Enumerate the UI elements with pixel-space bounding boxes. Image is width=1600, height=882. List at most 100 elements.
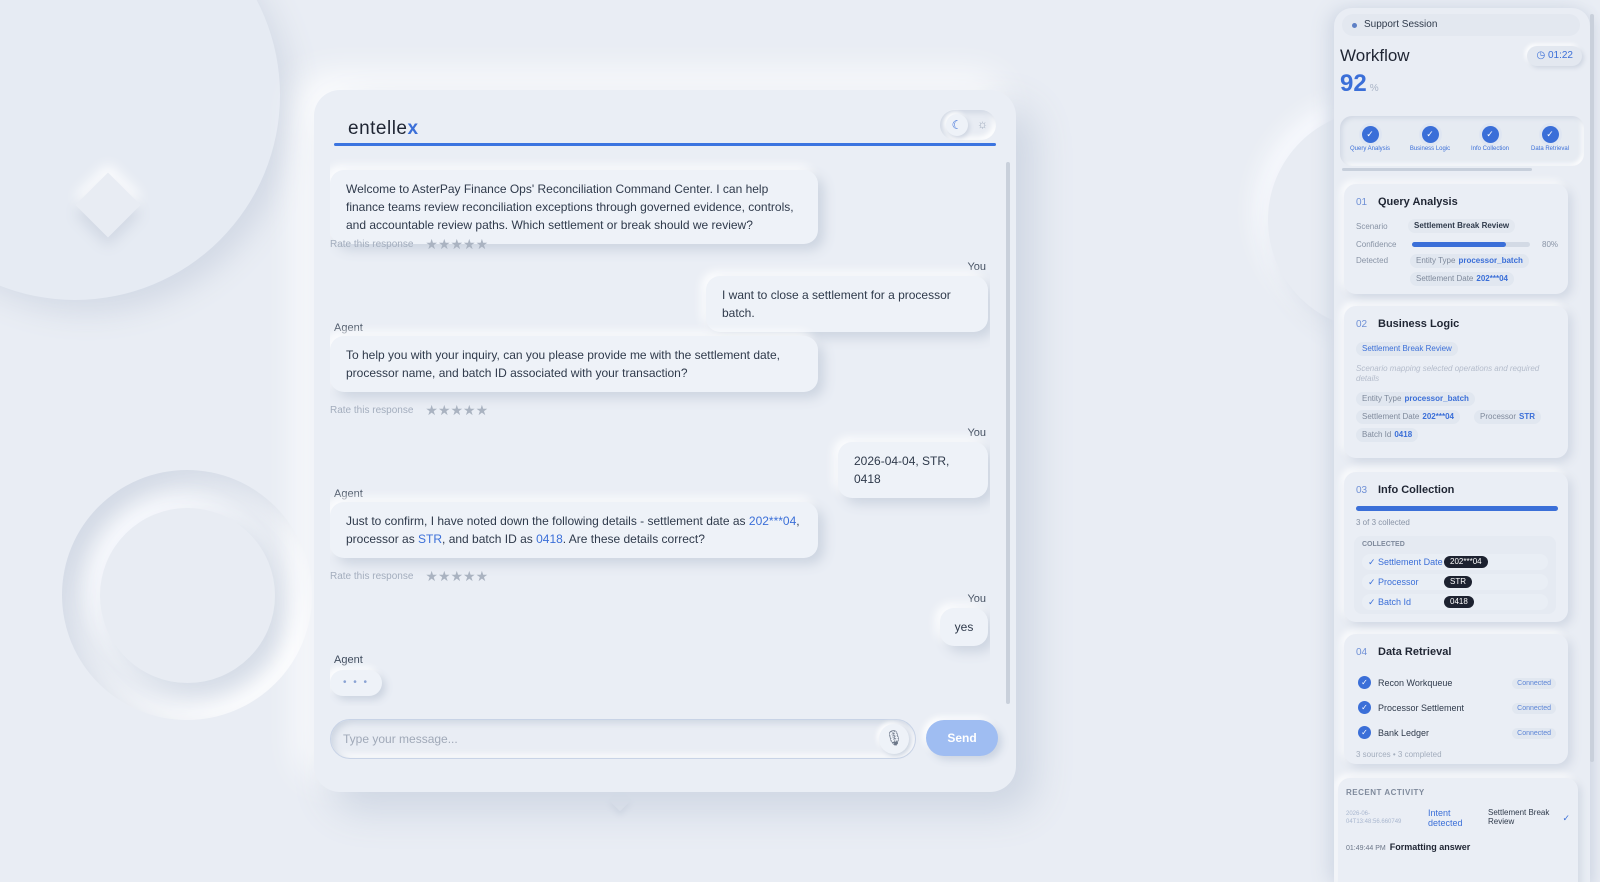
- message-input-wrapper: 🎙: [330, 719, 916, 759]
- check-icon: ✓: [1562, 813, 1570, 823]
- app-logo: entellex: [348, 118, 419, 139]
- decor-circle: [0, 0, 280, 300]
- message-text: . Are these details correct?: [562, 532, 705, 546]
- field-chip: Processor STR: [1474, 410, 1542, 424]
- collected-item: ✓ Processor STR: [1362, 574, 1548, 590]
- star-rating[interactable]: ★★★★★: [425, 236, 488, 253]
- typing-indicator: • • •: [330, 670, 382, 696]
- step-data-retrieval[interactable]: ✓ Data Retrieval: [1520, 126, 1580, 152]
- send-button[interactable]: Send: [926, 720, 998, 756]
- sun-icon[interactable]: ☼: [977, 117, 988, 131]
- message-text: Just to confirm, I have noted down the f…: [346, 514, 749, 528]
- workflow-panel: Support Session Workflow 92% ◷ 01:22 ✓ Qu…: [1334, 8, 1590, 882]
- card-title: Info Collection: [1378, 484, 1455, 496]
- rate-label: Rate this response: [330, 239, 414, 250]
- source-row: ✓ Recon Workqueue: [1358, 676, 1452, 689]
- message-list: Welcome to AsterPay Finance Ops' Reconci…: [330, 158, 990, 706]
- check-icon: ✓: [1481, 126, 1499, 143]
- collected-count: 3 of 3 collected: [1356, 518, 1410, 527]
- source-row: ✓ Processor Settlement: [1358, 701, 1464, 714]
- moon-icon[interactable]: ☾: [946, 114, 968, 136]
- star-rating[interactable]: ★★★★★: [425, 402, 488, 419]
- confidence-value: 80%: [1542, 240, 1559, 249]
- decor-circle-inner: [100, 508, 275, 683]
- collected-item: ✓ Settlement Date 202***04: [1362, 554, 1548, 570]
- source-row: ✓ Bank Ledger: [1358, 726, 1429, 739]
- user-label: You: [967, 427, 986, 439]
- workflow-steps: ✓ Query Analysis ✓ Business Logic ✓ Info Co…: [1340, 116, 1584, 166]
- agent-label: Agent: [334, 654, 363, 666]
- chat-scrollbar[interactable]: [1006, 162, 1010, 704]
- highlight-processor: STR: [418, 532, 443, 546]
- card-data-retrieval: 04 Data Retrieval ✓ Recon Workqueue Conne…: [1344, 634, 1568, 764]
- composer: 🎙 Send: [330, 719, 998, 759]
- activity-value: Settlement Break Review: [1488, 808, 1550, 826]
- card-business-logic: 02 Business Logic Settlement Break Revie…: [1344, 306, 1568, 458]
- detected-chip: Entity Type processor_batch: [1410, 254, 1529, 268]
- rate-label: Rate this response: [330, 571, 414, 582]
- message-input[interactable]: [343, 728, 863, 750]
- status-badge: Connected: [1512, 678, 1556, 689]
- star-rating[interactable]: ★★★★★: [425, 568, 488, 585]
- step-query-analysis[interactable]: ✓ Query Analysis: [1340, 126, 1400, 152]
- scenario-tag: Settlement Break Review: [1356, 342, 1458, 356]
- sources-summary: 3 sources • 3 completed: [1356, 750, 1442, 759]
- activity-event: Intent detected: [1428, 808, 1463, 828]
- agent-message: Welcome to AsterPay Finance Ops' Reconci…: [330, 170, 818, 244]
- collected-item: ✓ Batch Id 0418: [1362, 594, 1548, 610]
- user-label: You: [967, 261, 986, 273]
- field-chip: Batch Id 0418: [1356, 428, 1419, 442]
- detected-chip: Settlement Date 202***04: [1410, 272, 1514, 286]
- check-icon: ✓: [1541, 126, 1559, 143]
- chat-header: entellex ☾ ☼: [334, 106, 996, 146]
- rating-row: Rate this response ★★★★★: [330, 236, 488, 253]
- panel-scrollbar[interactable]: [1590, 14, 1594, 762]
- highlight-batch: 0418: [536, 532, 563, 546]
- user-message: I want to close a settlement for a proce…: [706, 276, 988, 332]
- recent-activity: RECENT ACTIVITY 2026-06-04T13:48:56.6607…: [1338, 778, 1578, 882]
- card-title: Business Logic: [1378, 318, 1460, 330]
- rating-row: Rate this response ★★★★★: [330, 402, 488, 419]
- step-business-logic[interactable]: ✓ Business Logic: [1400, 126, 1460, 152]
- field-chip: Settlement Date 202***04: [1356, 410, 1460, 424]
- field-chip: Entity Type processor_batch: [1356, 392, 1475, 406]
- check-icon: ✓: [1358, 701, 1371, 714]
- chat-progress-bar: [334, 143, 996, 146]
- user-label: You: [967, 593, 986, 605]
- check-icon: ✓: [1421, 126, 1439, 143]
- check-icon: ✓: [1358, 676, 1371, 689]
- message-text: , and batch ID as: [442, 532, 537, 546]
- agent-message: To help you with your inquiry, can you p…: [330, 336, 818, 392]
- chat-window: entellex ☾ ☼ Welcome to AsterPay Finance…: [314, 90, 1016, 792]
- theme-toggle[interactable]: ☾ ☼: [940, 110, 996, 140]
- collection-progress: [1356, 506, 1558, 511]
- card-title: Query Analysis: [1378, 196, 1458, 208]
- agent-message: Just to confirm, I have noted down the f…: [330, 502, 818, 558]
- session-badge: Support Session: [1342, 14, 1580, 36]
- status-badge: Connected: [1512, 728, 1556, 739]
- decor-diamond-small: [608, 788, 632, 812]
- user-message: 2026-04-04, STR, 0418: [838, 442, 988, 498]
- step-info-collection[interactable]: ✓ Info Collection: [1460, 126, 1520, 152]
- activity-row: 01:49:44 PM Formatting answer: [1346, 842, 1471, 852]
- confidence-bar: [1412, 242, 1530, 247]
- rating-row: Rate this response ★★★★★: [330, 568, 488, 585]
- steps-scrollbar[interactable]: [1342, 168, 1532, 171]
- workflow-percent: 92%: [1340, 70, 1379, 97]
- check-icon: ✓: [1358, 726, 1371, 739]
- rate-label: Rate this response: [330, 405, 414, 416]
- user-message: yes: [940, 608, 988, 646]
- collected-box: COLLECTED ✓ Settlement Date 202***04 ✓ Pr…: [1354, 536, 1556, 614]
- agent-label: Agent: [334, 488, 363, 500]
- mapping-note: Scenario mapping selected operations and…: [1356, 364, 1540, 383]
- card-title: Data Retrieval: [1378, 646, 1452, 658]
- status-badge: Connected: [1512, 703, 1556, 714]
- card-info-collection: 03 Info Collection 3 of 3 collected COLL…: [1344, 472, 1568, 622]
- card-query-analysis: 01 Query Analysis Scenario Settlement Br…: [1344, 184, 1568, 294]
- agent-label: Agent: [334, 322, 363, 334]
- activity-timestamp: 2026-06-04T13:48:56.660749: [1346, 811, 1402, 825]
- microphone-icon[interactable]: 🎙: [879, 724, 909, 754]
- scenario-chip: Settlement Break Review: [1408, 219, 1516, 233]
- workflow-title: Workflow: [1340, 46, 1410, 65]
- session-timer: ◷ 01:22: [1527, 46, 1582, 66]
